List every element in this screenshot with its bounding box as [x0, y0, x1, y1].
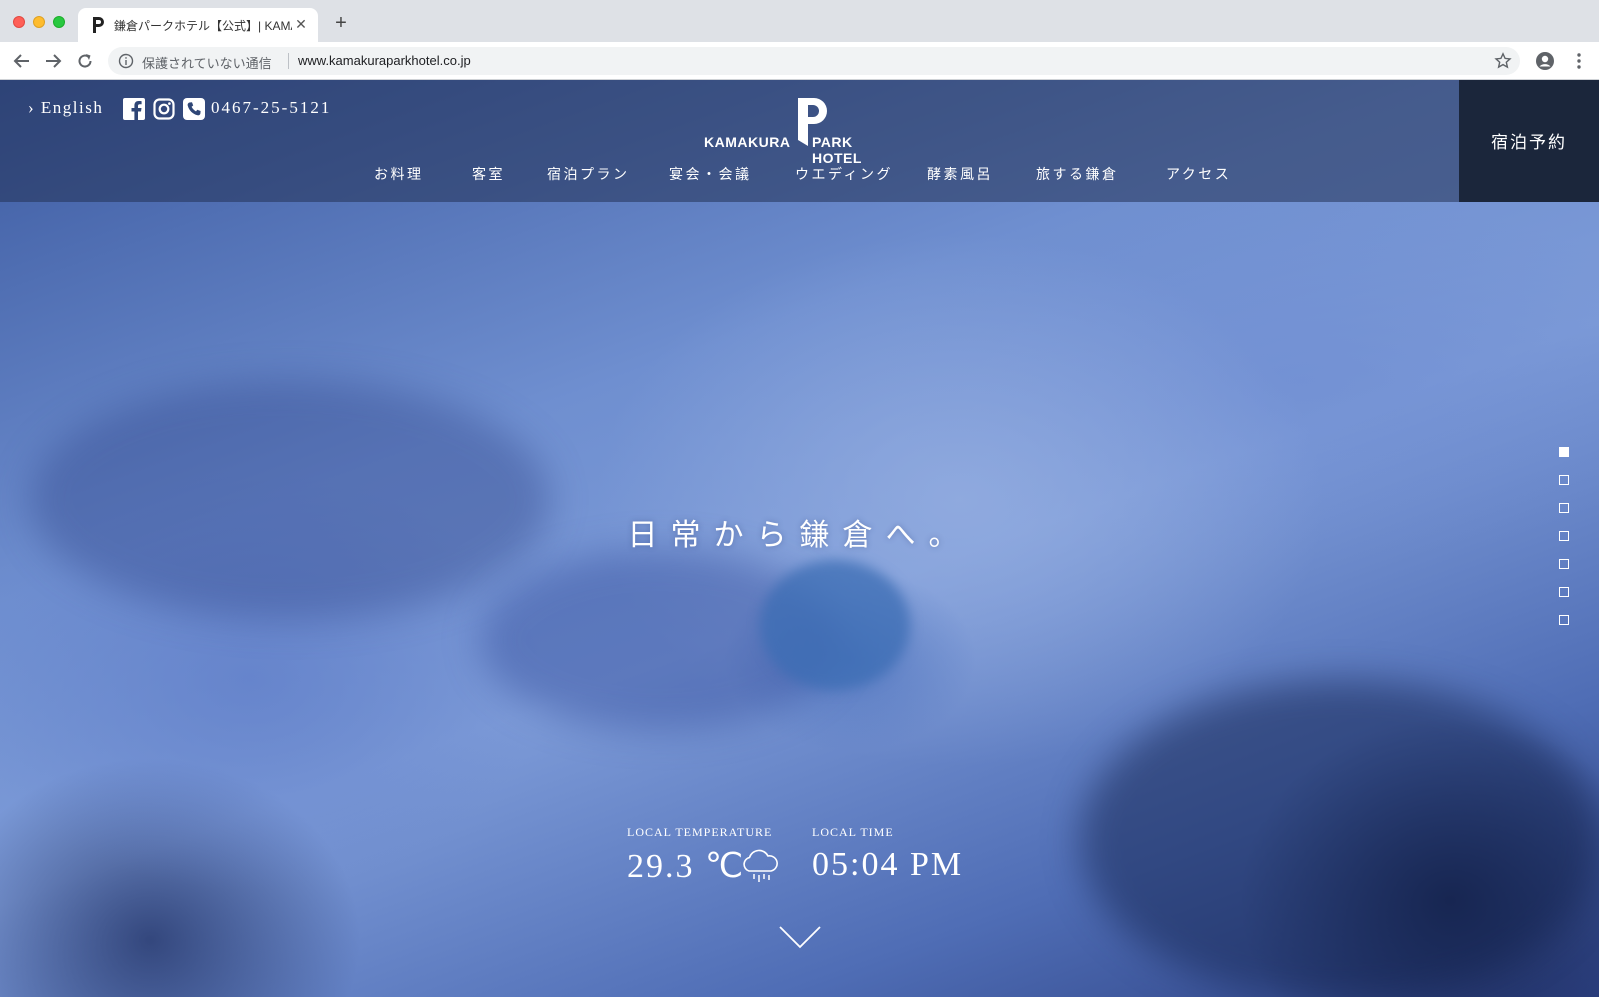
site-logo[interactable]: KAMAKURA PARK HOTEL	[704, 96, 896, 166]
browser-tab[interactable]: 鎌倉パークホテル【公式】| KAMAKURA PARK HOTEL ✕	[78, 8, 318, 42]
profile-icon[interactable]	[1535, 51, 1555, 71]
phone-icon[interactable]	[183, 98, 205, 120]
slide-bullet[interactable]	[1559, 615, 1569, 625]
minimize-window-button[interactable]	[33, 16, 45, 28]
reservation-button[interactable]: 宿泊予約	[1459, 80, 1599, 202]
local-time: LOCAL TIME 05:04 PM	[812, 825, 963, 884]
arrow-left-icon	[13, 54, 29, 68]
nav-item-travel-kamakura[interactable]: 旅する鎌倉	[1036, 164, 1119, 184]
more-menu-icon[interactable]	[1569, 51, 1589, 71]
maximize-window-button[interactable]	[53, 16, 65, 28]
facebook-icon[interactable]	[123, 98, 145, 120]
flower-bud	[760, 560, 910, 690]
temperature-label: LOCAL TEMPERATURE	[627, 825, 773, 839]
reservation-label: 宿泊予約	[1491, 133, 1567, 153]
petal-shadow	[1080, 680, 1599, 997]
time-value: 05:04 PM	[812, 846, 964, 883]
slide-bullet[interactable]	[1559, 475, 1569, 485]
nav-item-rooms[interactable]: 客室	[472, 164, 505, 184]
logo-text-park-hotel: PARK HOTEL	[812, 134, 862, 166]
arrow-right-icon	[46, 54, 62, 68]
rain-cloud-icon	[743, 849, 778, 882]
back-button[interactable]	[10, 49, 34, 73]
instagram-icon[interactable]	[153, 98, 175, 120]
info-icon[interactable]	[118, 53, 134, 69]
time-label: LOCAL TIME	[812, 825, 894, 839]
local-temperature: LOCAL TEMPERATURE 29.3 ℃	[627, 825, 778, 886]
global-nav: お料理 客室 宿泊プラン 宴会・会議 ウエディング 酵素風呂 旅する鎌倉 アクセ…	[0, 164, 1599, 188]
forward-button[interactable]	[41, 49, 65, 73]
hero-catch-copy: 日常から鎌倉へ。	[627, 518, 972, 553]
petal-shadow	[30, 380, 550, 620]
nav-item-wedding[interactable]: ウエディング	[795, 164, 893, 184]
english-link[interactable]: › English	[28, 98, 103, 118]
new-tab-button[interactable]: +	[330, 12, 352, 34]
url-divider	[288, 53, 289, 69]
nav-item-stay-plans[interactable]: 宿泊プラン	[547, 164, 630, 184]
reload-icon	[78, 54, 92, 68]
tab-title: 鎌倉パークホテル【公式】| KAMAKURA PARK HOTEL	[114, 19, 292, 33]
address-bar[interactable]: 保護されていない通信 www.kamakuraparkhotel.co.jp	[108, 47, 1520, 75]
bookmark-star-icon[interactable]	[1494, 52, 1512, 70]
browser-toolbar: 保護されていない通信 www.kamakuraparkhotel.co.jp	[0, 42, 1599, 80]
slide-bullet[interactable]	[1559, 503, 1569, 513]
reload-button[interactable]	[73, 49, 97, 73]
close-window-button[interactable]	[13, 16, 25, 28]
phone-number[interactable]: 0467-25-5121	[211, 98, 331, 118]
slide-bullet[interactable]	[1559, 447, 1569, 457]
site-header: › English 0467-25-5121 KAMAKURA PARK HOT…	[0, 80, 1599, 202]
tab-close-icon[interactable]: ✕	[292, 15, 310, 33]
nav-item-access[interactable]: アクセス	[1166, 164, 1231, 184]
nav-item-enzyme-bath[interactable]: 酵素風呂	[927, 164, 993, 184]
favicon-icon	[93, 17, 104, 33]
logo-text-kamakura: KAMAKURA	[704, 134, 791, 150]
url-text[interactable]: www.kamakuraparkhotel.co.jp	[298, 53, 471, 68]
nav-item-cuisine[interactable]: お料理	[374, 164, 424, 184]
hero-background: › English 0467-25-5121 KAMAKURA PARK HOT…	[0, 80, 1599, 997]
slide-bullet[interactable]	[1559, 587, 1569, 597]
scroll-down-chevron-icon[interactable]	[778, 925, 822, 949]
nav-item-banquet[interactable]: 宴会・会議	[669, 164, 752, 184]
slide-bullet[interactable]	[1559, 559, 1569, 569]
security-status[interactable]: 保護されていない通信	[142, 53, 272, 72]
slide-bullet[interactable]	[1559, 531, 1569, 541]
browser-tab-bar: 鎌倉パークホテル【公式】| KAMAKURA PARK HOTEL ✕ +	[0, 0, 1599, 42]
